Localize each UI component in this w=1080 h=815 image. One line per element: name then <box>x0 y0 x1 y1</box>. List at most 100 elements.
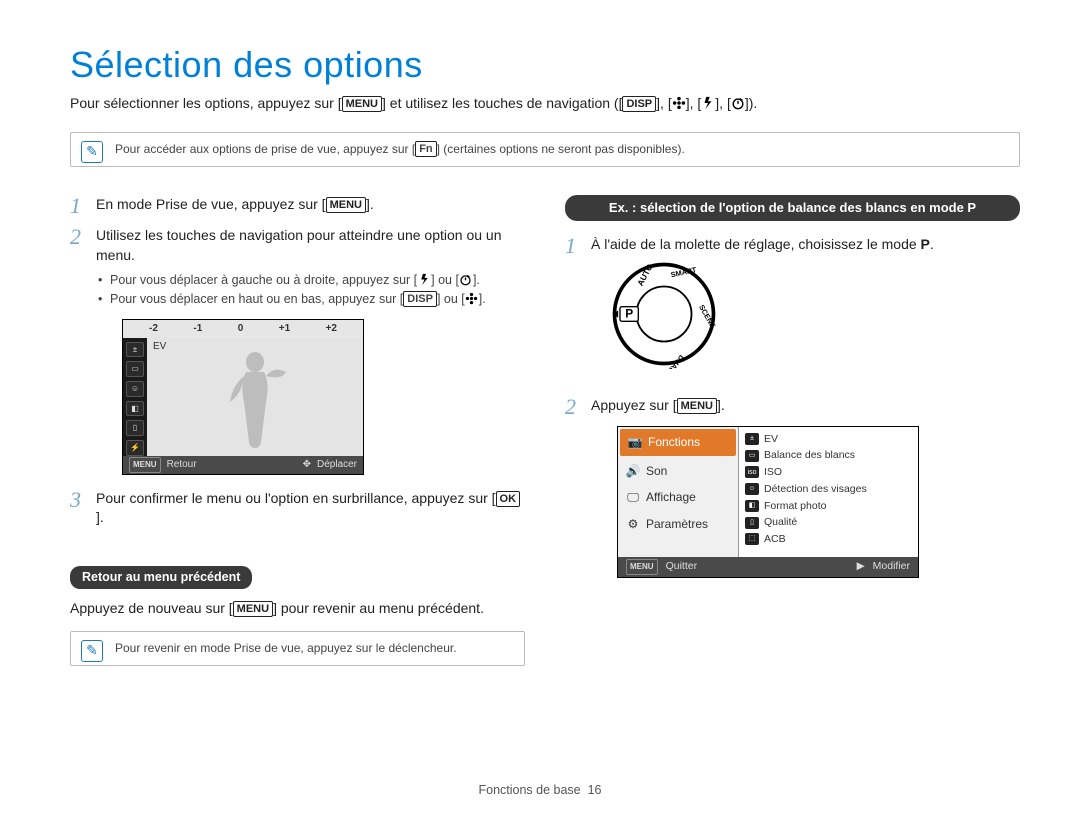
menu-option-face: ☺ Détection des visages <box>745 481 912 498</box>
intro-text: ], [ <box>686 95 702 111</box>
flower-icon <box>465 292 479 306</box>
ev-tick: +2 <box>326 322 337 336</box>
menu-option-acb: ⬚ ACB <box>745 531 912 548</box>
ev-label: EV <box>153 340 166 354</box>
flower-icon <box>672 96 686 110</box>
footer-move-label: Déplacer <box>317 458 357 472</box>
mode-dial: P AUTO SMART SCENE DUAL <box>609 259 719 369</box>
step-text: ]. <box>366 196 374 212</box>
metering-icon: ◧ <box>126 401 144 417</box>
right-step-1: 1 À l'aide de la molette de réglage, cho… <box>565 235 1020 384</box>
menu-option-size: ◧Format photo <box>745 498 912 515</box>
acb-icon: ⬚ <box>745 533 759 545</box>
example-heading: Ex. : sélection de l'option de balance d… <box>565 195 1020 221</box>
step-text: Utilisez les touches de navigation pour … <box>96 227 502 263</box>
note-box-2: ✎ Pour revenir en mode Prise de vue, app… <box>70 631 525 666</box>
menu-key-badge: MENU <box>326 197 366 213</box>
note-text: Pour accéder aux options de prise de vue… <box>115 142 415 156</box>
timer-icon <box>731 96 745 110</box>
footer-back-label: Retour <box>167 458 197 472</box>
ev-tick: -2 <box>149 322 158 336</box>
step-text: ]. <box>96 509 104 525</box>
bullet-text: ] ou [ <box>431 273 459 287</box>
page-footer: Fonctions de base 16 <box>0 782 1080 800</box>
manual-page: Sélection des options Pour sélectionner … <box>0 0 1080 815</box>
bullet-text: ] ou [ <box>437 292 465 306</box>
arrow-right-icon: ▶ <box>857 559 865 574</box>
note-icon: ✎ <box>81 141 103 163</box>
left-column: 1 En mode Prise de vue, appuyez sur [MEN… <box>70 195 525 694</box>
option-label: Balance des blancs <box>764 448 855 463</box>
ev-scale: -2 -1 0 +1 +2 <box>123 320 363 338</box>
display-icon: 🖵 <box>626 489 640 506</box>
page-title: Sélection des options <box>70 40 1020 90</box>
ok-key-badge: OK <box>496 491 521 507</box>
option-label: EV <box>764 432 778 447</box>
step-3: 3 Pour confirmer le menu ou l'option en … <box>70 489 525 528</box>
step-text: À l'aide de la molette de réglage, chois… <box>591 236 921 252</box>
menu-item-sound: 🔊 Son <box>618 458 738 485</box>
sound-icon: 🔊 <box>626 463 640 480</box>
text: ] pour revenir au menu précédent. <box>273 600 484 616</box>
option-label: ISO <box>764 465 782 480</box>
step-text: En mode Prise de vue, appuyez sur [ <box>96 196 326 212</box>
menu-key-badge: MENU <box>129 457 161 473</box>
prev-menu-heading: Retour au menu précédent <box>70 566 252 590</box>
ev-tick: 0 <box>238 322 244 336</box>
bullet-text: ]. <box>479 292 486 306</box>
intro-paragraph: Pour sélectionner les options, appuyez s… <box>70 94 1020 114</box>
step-1: 1 En mode Prise de vue, appuyez sur [MEN… <box>70 195 525 215</box>
option-label: ACB <box>764 532 786 547</box>
intro-text: ] et utilisez les touches de navigation … <box>382 95 622 111</box>
note-icon: ✎ <box>81 640 103 662</box>
note-text: ] (certaines options ne seront pas dispo… <box>437 142 685 156</box>
menu-label: Fonctions <box>648 434 700 451</box>
menu-option-iso: isoISO <box>745 464 912 481</box>
menu-screen-mockup: 📷 Fonctions 🔊 Son 🖵 Affichage <box>617 426 919 578</box>
option-label: Détection des visages <box>764 482 867 497</box>
menu-right-panel: ± EV ▭Balance des blancs isoISO ☺ Détectio… <box>739 427 918 557</box>
face-icon: ☺ <box>126 381 144 397</box>
menu-key-badge: MENU <box>677 398 717 414</box>
disp-key-badge: DISP <box>622 96 656 112</box>
menu-item-display: 🖵 Affichage <box>618 484 738 511</box>
lcd-viewport: EV <box>147 338 363 456</box>
step-text: ]. <box>717 397 725 413</box>
menu-key-badge: MENU <box>626 559 658 575</box>
bullet-text: Pour vous déplacer à gauche ou à droite,… <box>110 273 417 287</box>
menu-label: Paramètres <box>646 516 708 533</box>
menu-left-panel: 📷 Fonctions 🔊 Son 🖵 Affichage <box>618 427 739 557</box>
flash-off-icon: ⚡ <box>126 440 144 456</box>
face-icon: ☺ <box>745 483 759 495</box>
ev-icon: ± <box>745 433 759 445</box>
fn-key-badge: Fn <box>415 141 436 157</box>
lcd-sidebar: ± ▭ ☺ ◧ ▯ ⚡ <box>123 338 147 456</box>
footer-quit-label: Quitter <box>666 559 698 574</box>
ev-tick: -1 <box>193 322 202 336</box>
wb-icon: ▭ <box>126 361 144 377</box>
note-box-1: ✎ Pour accéder aux options de prise de v… <box>70 132 1020 167</box>
menu-key-badge: MENU <box>342 96 382 112</box>
mode-p-label: P <box>921 236 930 252</box>
drive-icon: ▯ <box>126 420 144 436</box>
step-text: Appuyez sur [ <box>591 397 677 413</box>
camera-icon: 📷 <box>628 434 642 451</box>
menu-option-ev: ± EV <box>745 431 912 448</box>
step-2-bullet-1: Pour vous déplacer à gauche ou à droite,… <box>96 272 525 290</box>
menu-item-functions: 📷 Fonctions <box>620 429 736 456</box>
intro-text: ], [ <box>656 95 672 111</box>
menu-footer: MENU Quitter ▶ Modifier <box>618 557 918 577</box>
right-column: Ex. : sélection de l'option de balance d… <box>565 195 1020 694</box>
ev-tick: +1 <box>279 322 290 336</box>
step-text: . <box>930 236 934 252</box>
menu-option-wb: ▭Balance des blancs <box>745 447 912 464</box>
gear-icon: ⚙ <box>626 516 640 533</box>
menu-item-settings: ⚙ Paramètres <box>618 511 738 538</box>
intro-text: ]). <box>745 95 757 111</box>
timer-icon <box>459 272 473 286</box>
step-2-bullet-2: Pour vous déplacer en haut ou en bas, ap… <box>96 291 525 309</box>
option-label: Qualité <box>764 515 797 530</box>
prev-menu-text: Appuyez de nouveau sur [MENU] pour reven… <box>70 599 525 619</box>
bullet-text: ]. <box>473 273 480 287</box>
menu-label: Son <box>646 463 667 480</box>
